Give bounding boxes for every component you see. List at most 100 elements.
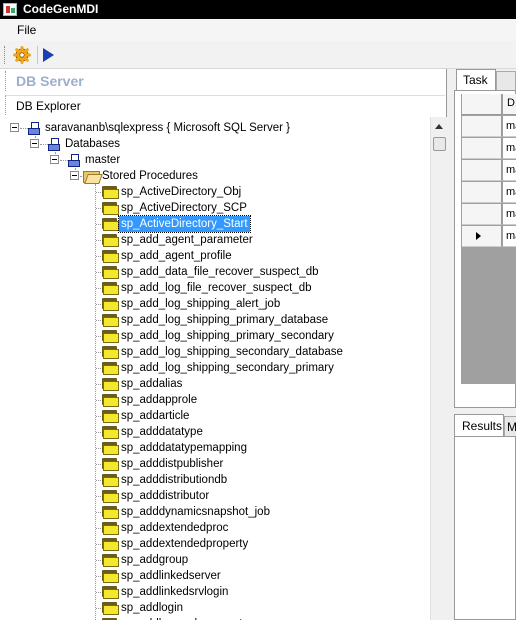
tab-next[interactable] — [496, 71, 516, 90]
tree-node-procedure[interactable]: sp_addextendedproperty — [96, 536, 356, 552]
menu-file[interactable]: File — [17, 23, 36, 37]
collapse-icon[interactable] — [70, 171, 79, 180]
tab-task-label: Task — [463, 73, 488, 87]
tree-node-procedure[interactable]: sp_addlinkedsrvlogin — [96, 584, 356, 600]
tree-node-label: sp_ActiveDirectory_Obj — [121, 186, 242, 198]
tree-node-label: sp_adddistributiondb — [121, 474, 228, 486]
grid-cell[interactable]: ma — [503, 226, 516, 247]
procedure-folder-icon — [100, 313, 119, 327]
tree-node-procedure[interactable]: sp_addgroup — [96, 552, 356, 568]
db-server-panel: DB Server DB Explorer saravananb\sqlexpr… — [0, 69, 447, 620]
procedure-folder-icon — [100, 265, 119, 279]
tree-node-label: sp_adddistpublisher — [121, 458, 224, 470]
tree-node-label: master — [85, 154, 121, 166]
tree-node-procedure[interactable]: sp_add_log_shipping_alert_job — [96, 296, 356, 312]
tree-node-label: sp_add_agent_profile — [121, 250, 232, 262]
tree-node-procedure[interactable]: sp_addlinkedserver — [96, 568, 356, 584]
tree-node-procedure[interactable]: sp_adddistpublisher — [96, 456, 356, 472]
tree-node-label: sp_addextendedproperty — [121, 538, 249, 550]
tree-node-procedure[interactable]: sp_addextendedproc — [96, 520, 356, 536]
tree-node-procedure[interactable]: sp_add_agent_parameter — [96, 232, 356, 248]
tree-node-procedure[interactable]: sp_addarticle — [96, 408, 356, 424]
procedure-folder-icon — [100, 601, 119, 615]
menu-bar: File — [0, 19, 516, 41]
tree-node-label: sp_add_log_shipping_secondary_database — [121, 346, 343, 358]
tree-node-procedure[interactable]: sp_addalias — [96, 376, 356, 392]
collapse-icon[interactable] — [50, 155, 59, 164]
scrollbar-thumb[interactable] — [433, 137, 446, 151]
procedure-folder-icon — [100, 473, 119, 487]
tab-messages[interactable]: M — [504, 416, 516, 436]
tree-node-procedure[interactable]: sp_add_log_shipping_primary_secondary — [96, 328, 356, 344]
tree-node-label: sp_add_log_shipping_primary_database — [121, 314, 329, 326]
grid-row-header[interactable] — [462, 160, 502, 181]
tree-node-label: saravananb\sqlexpress { Microsoft SQL Se… — [45, 122, 291, 134]
tree-node-procedure[interactable]: sp_add_log_file_recover_suspect_db — [96, 280, 356, 296]
collapse-icon[interactable] — [10, 123, 19, 132]
tree-node-label: sp_addgroup — [121, 554, 189, 566]
grid-cell-text: ma — [506, 186, 516, 198]
tree-node-procedure[interactable]: sp_add_log_shipping_secondary_primary — [96, 360, 356, 376]
grid-cell-text: ma — [506, 230, 516, 242]
grid-row-header[interactable] — [462, 204, 502, 225]
grid-cell-text: ma — [506, 142, 516, 154]
tree-node-label: Stored Procedures — [102, 170, 198, 182]
task-grid[interactable]: D ma ma ma ma ma ma — [461, 94, 516, 384]
play-icon[interactable] — [43, 48, 54, 62]
tree-node-procedure[interactable]: sp_adddatatype — [96, 424, 356, 440]
tree-node-procedure[interactable]: sp_add_data_file_recover_suspect_db — [96, 264, 356, 280]
tab-task[interactable]: Task — [456, 69, 496, 90]
grid-cell-text: ma — [506, 120, 516, 132]
tree-node-databases[interactable]: Databases — [30, 136, 230, 152]
tree-node-procedure[interactable]: sp_ActiveDirectory_Obj — [96, 184, 356, 200]
grid-row-header-current[interactable] — [462, 226, 502, 247]
tree-node-procedure[interactable]: sp_addlogin — [96, 600, 356, 616]
db-server-header: DB Server — [5, 71, 445, 91]
tree-node-label: sp_add_agent_parameter — [121, 234, 253, 246]
tree-node-procedure[interactable]: sp_add_log_shipping_secondary_database — [96, 344, 356, 360]
grid-cell[interactable]: ma — [503, 116, 516, 137]
tab-results[interactable]: Results — [454, 414, 504, 436]
procedure-folder-icon — [100, 249, 119, 263]
tree-node-procedure[interactable]: sp_ActiveDirectory_SCP — [96, 200, 356, 216]
tree-node-server[interactable]: saravananb\sqlexpress { Microsoft SQL Se… — [10, 120, 310, 136]
procedure-folder-icon — [100, 505, 119, 519]
grid-column-header[interactable]: D — [503, 94, 516, 115]
tree-node-procedure[interactable]: sp_add_log_shipping_primary_database — [96, 312, 356, 328]
tree-node-label: sp_addlinkedserver — [121, 570, 221, 582]
tree-node-label: sp_addextendedproc — [121, 522, 229, 534]
toolbar-grip[interactable] — [4, 46, 7, 64]
grid-row-header[interactable] — [462, 116, 502, 137]
task-panel-area: Task D ma ma ma ma ma ma Results M — [452, 69, 516, 620]
grid-row-header[interactable] — [462, 138, 502, 159]
grid-cell[interactable]: ma — [503, 204, 516, 225]
tree-node-procedure[interactable]: sp_addlogreader_agent — [96, 616, 356, 620]
procedure-folder-icon — [100, 521, 119, 535]
procedure-folder-icon — [100, 201, 119, 215]
grid-cell[interactable]: ma — [503, 160, 516, 181]
grid-cell[interactable]: ma — [503, 138, 516, 159]
tree-node-procedure[interactable]: sp_add_agent_profile — [96, 248, 356, 264]
tree-node-label: sp_addlogin — [121, 602, 184, 614]
tree-node-master[interactable]: master — [50, 152, 250, 168]
database-icon — [68, 154, 80, 167]
tree-node-procedure[interactable]: sp_adddistributiondb — [96, 472, 356, 488]
db-tree[interactable]: saravananb\sqlexpress { Microsoft SQL Se… — [0, 117, 430, 620]
tree-node-procedure[interactable]: sp_addapprole — [96, 392, 356, 408]
tree-node-procedure[interactable]: sp_adddistributor — [96, 488, 356, 504]
tree-node-procedure-selected[interactable]: sp_ActiveDirectory_Start — [96, 215, 356, 233]
tree-node-procedure[interactable]: sp_adddynamicsnapshot_job — [96, 504, 356, 520]
grid-cell[interactable]: ma — [503, 182, 516, 203]
scroll-up-icon[interactable] — [435, 124, 443, 129]
db-explorer-title: DB Explorer — [16, 99, 81, 113]
collapse-icon[interactable] — [30, 139, 39, 148]
database-icon — [48, 138, 60, 151]
tree-scrollbar[interactable] — [430, 117, 447, 620]
tree-node-label: Databases — [65, 138, 120, 150]
tree-node-stored-procedures[interactable]: Stored Procedures — [70, 168, 270, 184]
procedure-folder-icon — [100, 393, 119, 407]
grid-row-header[interactable] — [462, 182, 502, 203]
tree-node-procedure[interactable]: sp_adddatatypemapping — [96, 440, 356, 456]
gear-icon[interactable] — [13, 46, 31, 64]
procedure-folder-icon — [100, 217, 119, 231]
